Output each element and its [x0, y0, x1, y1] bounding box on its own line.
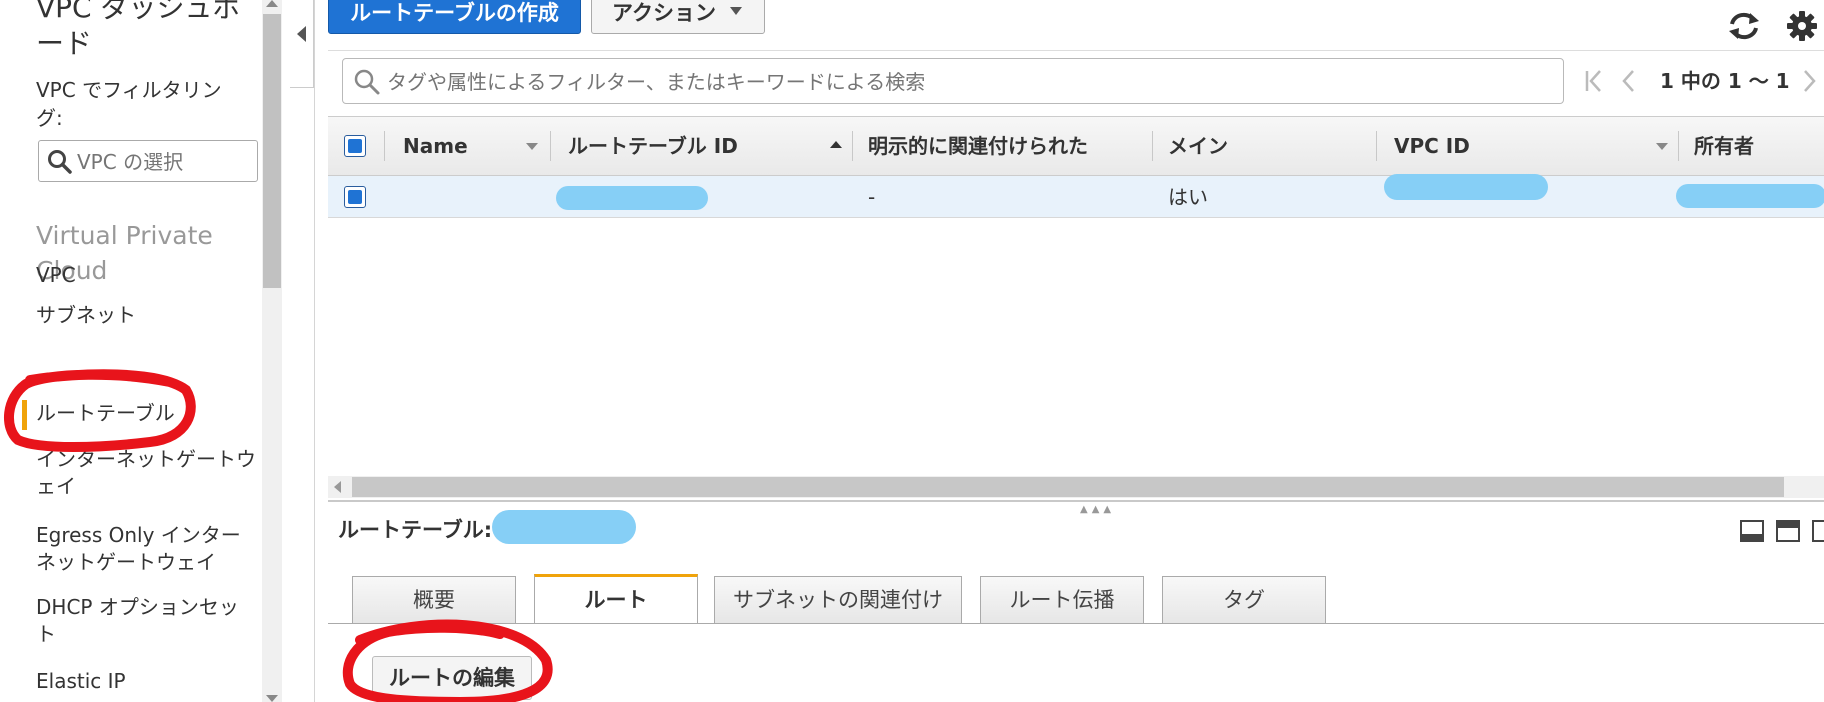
redaction-mark [492, 510, 636, 544]
edit-routes-button[interactable]: ルートの編集 [372, 656, 532, 700]
scrollbar-thumb[interactable] [263, 14, 281, 288]
scroll-left-arrow-icon[interactable] [334, 481, 341, 493]
search-icon [48, 150, 72, 174]
redaction-mark [1384, 174, 1548, 200]
column-separator [384, 131, 385, 161]
first-page-icon[interactable] [1584, 68, 1606, 94]
column-separator [1376, 131, 1377, 161]
sidebar-item-internet-gateways[interactable]: インターネットゲートウェイ [36, 446, 256, 500]
pane-resize-handle[interactable] [328, 500, 1824, 502]
pane-layout-bottom-icon[interactable] [1740, 520, 1764, 542]
column-separator [1152, 131, 1153, 161]
scrollbar-thumb[interactable] [352, 477, 1784, 497]
column-header-vpc-id[interactable]: VPC ID [1394, 117, 1470, 175]
chevron-left-icon [297, 26, 306, 42]
column-separator [1678, 131, 1679, 161]
pagination-text: 1 中の 1 ～ 1 [1660, 69, 1790, 93]
cell-explicit-association: - [868, 185, 876, 209]
row-checkbox[interactable] [344, 186, 366, 208]
toolbar-divider [328, 50, 1824, 51]
sidebar-scrollbar[interactable] [262, 0, 282, 702]
sort-icon[interactable] [1656, 143, 1668, 150]
sidebar-item-dhcp-options[interactable]: DHCP オプションセット [36, 594, 256, 648]
column-header-route-table-id[interactable]: ルートテーブル ID [568, 117, 738, 175]
cell-main: はい [1168, 185, 1208, 209]
create-route-table-button[interactable]: ルートテーブルの作成 [328, 0, 581, 34]
previous-page-icon[interactable] [1620, 68, 1638, 94]
detail-pane-title: ルートテーブル: [338, 518, 493, 542]
sidebar-item-vpc[interactable]: VPC [36, 262, 256, 289]
pane-layout-side-icon[interactable] [1812, 520, 1824, 542]
scroll-down-arrow-icon[interactable] [266, 695, 278, 702]
collapse-sidebar-button[interactable] [290, 0, 314, 88]
search-icon [354, 69, 380, 95]
tabs-divider [328, 623, 1824, 624]
active-indicator [22, 400, 27, 430]
sort-ascending-icon[interactable] [830, 141, 842, 148]
vpc-filter-label: VPC でフィルタリング: [36, 78, 222, 130]
column-header-name[interactable]: Name [403, 117, 468, 175]
sidebar-item-elastic-ip[interactable]: Elastic IP [36, 668, 256, 695]
tab-subnet-associations[interactable]: サブネットの関連付け [714, 576, 962, 624]
grip-icon[interactable]: ▲▲▲ [1080, 504, 1115, 515]
sidebar-divider [314, 0, 315, 702]
vpc-select-input[interactable] [75, 147, 254, 177]
redaction-mark [556, 186, 708, 210]
sidebar-item-route-tables[interactable]: ルートテーブル [36, 400, 256, 427]
next-page-icon[interactable] [1800, 68, 1818, 94]
chevron-down-icon [730, 7, 742, 15]
column-header-explicit-association[interactable]: 明示的に関連付けられた [868, 117, 1088, 175]
column-header-main[interactable]: メイン [1168, 117, 1228, 175]
pane-layout-split-icon[interactable] [1776, 520, 1800, 542]
horizontal-scrollbar[interactable] [328, 476, 1824, 498]
filter-search-input[interactable] [385, 67, 1549, 97]
gear-icon[interactable] [1786, 10, 1818, 42]
tab-summary[interactable]: 概要 [352, 576, 516, 624]
tab-routes[interactable]: ルート [534, 574, 698, 624]
actions-dropdown[interactable]: アクション [591, 0, 765, 34]
column-separator [852, 131, 853, 161]
actions-label: アクション [612, 1, 716, 25]
vpc-select[interactable] [38, 140, 258, 182]
sort-icon[interactable] [526, 143, 538, 150]
scroll-up-arrow-icon[interactable] [266, 0, 278, 7]
refresh-icon[interactable] [1726, 10, 1762, 42]
sidebar-item-egress-only-igw[interactable]: Egress Only インターネットゲートウェイ [36, 522, 256, 576]
tab-tags[interactable]: タグ [1162, 576, 1326, 624]
sidebar-title[interactable]: VPC ダッシュボード [36, 0, 246, 62]
table-row[interactable]: - はい [328, 174, 1824, 218]
sidebar: VPC ダッシュボード VPC でフィルタリング: Virtual Privat… [0, 0, 262, 702]
table-header: Name ルートテーブル ID 明示的に関連付けられた メイン VPC ID 所… [328, 116, 1824, 176]
filter-search-box[interactable] [342, 58, 1564, 104]
tab-route-propagation[interactable]: ルート伝播 [980, 576, 1144, 624]
select-all-checkbox[interactable] [344, 135, 366, 157]
sidebar-item-subnets[interactable]: サブネット [36, 302, 256, 329]
column-header-owner[interactable]: 所有者 [1694, 117, 1754, 175]
redaction-mark [1676, 184, 1824, 208]
column-separator [550, 131, 551, 161]
